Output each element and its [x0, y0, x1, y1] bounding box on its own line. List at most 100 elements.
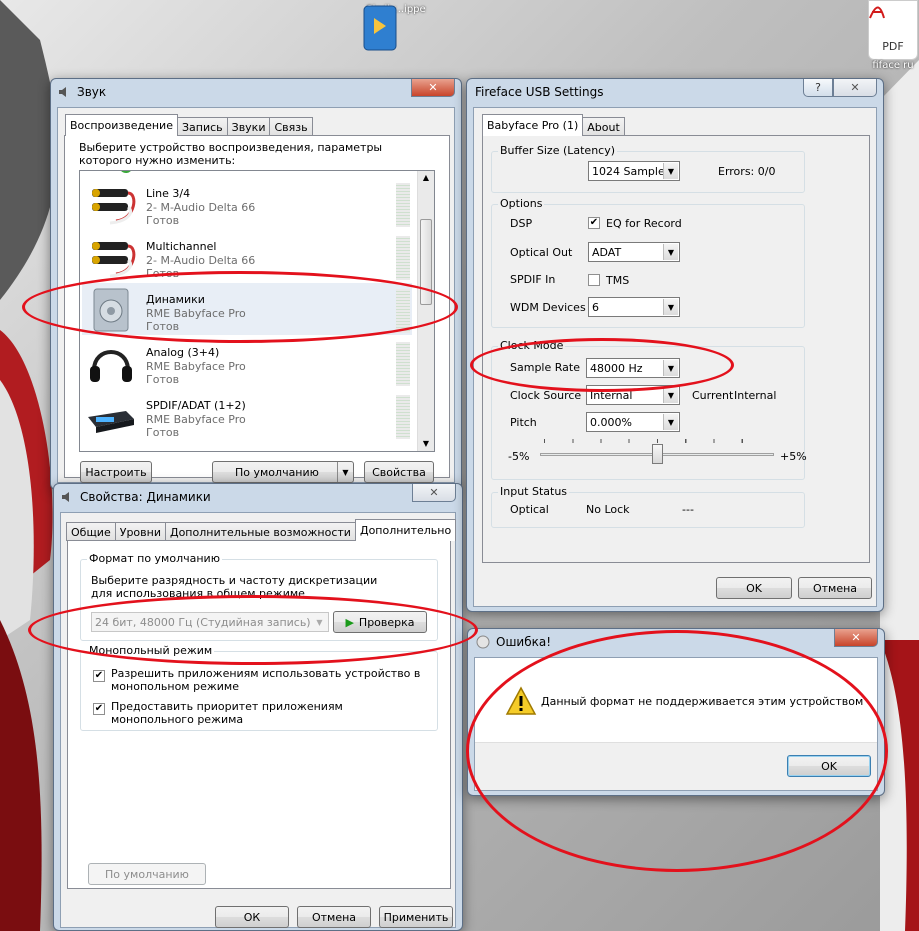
set-default-label: По умолчанию — [235, 465, 319, 479]
allow-exclusive-checkbox[interactable]: ✔ — [93, 670, 105, 682]
tab-general[interactable]: Общие — [66, 522, 116, 541]
device-status: Готов — [146, 373, 180, 386]
window-title: Ошибка! — [496, 635, 552, 649]
window-title: Fireface USB Settings — [475, 85, 604, 99]
tab-enhancements[interactable]: Дополнительные возможности — [164, 522, 356, 541]
ok-button[interactable]: ОК — [215, 906, 289, 928]
scroll-up-icon[interactable]: ▲ — [418, 171, 434, 185]
level-meter — [396, 395, 410, 439]
speaker-icon — [57, 85, 71, 99]
configure-button[interactable]: Настроить — [80, 461, 152, 483]
input-status-group: Input Status Optical No Lock --- — [491, 485, 805, 528]
optical-out-dropdown[interactable]: ADAT ▼ — [588, 242, 680, 262]
pitch-dropdown[interactable]: 0.000% ▼ — [586, 412, 680, 432]
chevron-down-icon: ▼ — [663, 387, 678, 403]
pitch-label: Pitch — [510, 416, 537, 429]
optical-status: No Lock — [586, 503, 630, 516]
device-item[interactable]: Analog (3+4) RME Babyface Pro Готов — [82, 336, 412, 388]
current-value: Internal — [734, 389, 777, 402]
device-list-partial-row — [82, 171, 412, 177]
app-icon — [476, 635, 490, 649]
optical-extra: --- — [682, 503, 694, 516]
slider-thumb[interactable] — [651, 444, 663, 464]
rca-cable-icon — [92, 242, 136, 278]
allow-exclusive-label: Разрешить приложениям использовать устро… — [111, 667, 421, 693]
group-label: Формат по умолчанию — [87, 552, 222, 565]
close-icon: ✕ — [850, 81, 860, 94]
close-icon: ✕ — [429, 486, 439, 499]
close-button[interactable]: ✕ — [833, 79, 877, 97]
instruction-text: Выберите устройство воспроизведения, пар… — [79, 141, 383, 167]
pitch-value: 0.000% — [590, 415, 632, 429]
buffer-size-group: Buffer Size (Latency) 1024 Samples ▼ Err… — [491, 144, 805, 193]
tab-levels[interactable]: Уровни — [114, 522, 166, 541]
sound-titlebar[interactable]: Звук — [51, 79, 461, 105]
wdm-devices-label: WDM Devices — [510, 301, 586, 314]
sound-tabs: Воспроизведение Запись Звуки Связь — [65, 114, 313, 136]
device-item[interactable]: SPDIF/ADAT (1+2) RME Babyface Pro Готов — [82, 389, 412, 441]
pitch-slider[interactable] — [540, 439, 774, 467]
speaker-icon — [60, 490, 74, 504]
properties-titlebar[interactable]: Свойства: Динамики — [54, 484, 462, 510]
buffer-size-dropdown[interactable]: 1024 Samples ▼ — [588, 161, 680, 181]
digital-receiver-icon — [88, 411, 134, 433]
chevron-down-icon: ▼ — [663, 244, 678, 260]
acrobat-logo-icon — [869, 6, 885, 19]
tab-sounds[interactable]: Звуки — [226, 117, 271, 136]
tab-advanced[interactable]: Дополнительно — [354, 519, 457, 541]
device-desc: RME Babyface Pro — [146, 360, 246, 373]
tab-recording[interactable]: Запись — [176, 117, 228, 136]
tab-playback[interactable]: Воспроизведение — [65, 114, 178, 136]
tms-checkbox[interactable] — [588, 274, 600, 286]
close-icon: ✕ — [428, 81, 438, 94]
options-group: Options DSP ✔ EQ for Record Optical Out … — [491, 197, 805, 328]
group-label: Input Status — [498, 485, 570, 498]
device-name: Line 3/4 — [146, 187, 191, 200]
desktop-icon-shortcut[interactable]: Skully...ippe — [360, 4, 432, 51]
priority-exclusive-checkbox[interactable]: ✔ — [93, 703, 105, 715]
group-label: Buffer Size (Latency) — [498, 144, 618, 157]
chevron-down-icon: ▼ — [663, 163, 678, 179]
highlight-ellipse — [466, 630, 888, 872]
device-desc: RME Babyface Pro — [146, 413, 246, 426]
highlight-ellipse — [28, 595, 478, 665]
rca-cable-icon — [92, 189, 136, 225]
level-meter — [396, 236, 410, 280]
eq-record-label: EQ for Record — [606, 217, 682, 230]
desktop-icon-pdf[interactable]: PDF fiface ru — [866, 0, 919, 71]
tab-babyface[interactable]: Babyface Pro (1) — [482, 114, 584, 136]
properties-window: Свойства: Динамики ✕ Общие Уровни Дополн… — [53, 483, 463, 931]
level-meter — [396, 342, 410, 386]
restore-defaults-button[interactable]: По умолчанию — [88, 863, 206, 885]
slider-ticks — [544, 439, 770, 443]
pitch-max-label: +5% — [780, 450, 807, 463]
properties-tabs: Общие Уровни Дополнительные возможности … — [66, 519, 457, 541]
help-button[interactable]: ? — [803, 79, 833, 97]
wdm-devices-dropdown[interactable]: 6 ▼ — [588, 297, 680, 317]
ok-button[interactable]: OK — [716, 577, 792, 599]
headphones-icon — [90, 350, 132, 382]
advanced-tab-panel: Формат по умолчанию Выберите разрядность… — [67, 540, 451, 889]
device-item[interactable]: Line 3/4 2- M-Audio Delta 66 Готов — [82, 177, 412, 229]
scroll-down-icon[interactable]: ▼ — [418, 437, 434, 451]
tab-about[interactable]: About — [582, 117, 625, 136]
help-icon: ? — [815, 81, 821, 94]
tab-communications[interactable]: Связь — [269, 117, 313, 136]
properties-button[interactable]: Свойства — [364, 461, 434, 483]
cancel-button[interactable]: Отмена — [297, 906, 371, 928]
cancel-button[interactable]: Отмена — [798, 577, 872, 599]
buffer-size-value: 1024 Samples — [592, 164, 671, 178]
device-desc: 2- M-Audio Delta 66 — [146, 201, 256, 214]
set-default-button[interactable]: По умолчанию ▼ — [212, 461, 354, 483]
group-label: Options — [498, 197, 545, 210]
close-button[interactable]: ✕ — [834, 629, 878, 647]
device-name: Analog (3+4) — [146, 346, 220, 359]
close-button[interactable]: ✕ — [411, 79, 455, 97]
device-name: SPDIF/ADAT (1+2) — [146, 399, 246, 412]
dropdown-arrow-icon[interactable]: ▼ — [337, 462, 353, 482]
level-meter — [396, 183, 410, 227]
close-button[interactable]: ✕ — [412, 484, 456, 502]
apply-button[interactable]: Применить — [379, 906, 453, 928]
highlight-ellipse — [470, 338, 734, 392]
eq-record-checkbox[interactable]: ✔ — [588, 217, 600, 229]
